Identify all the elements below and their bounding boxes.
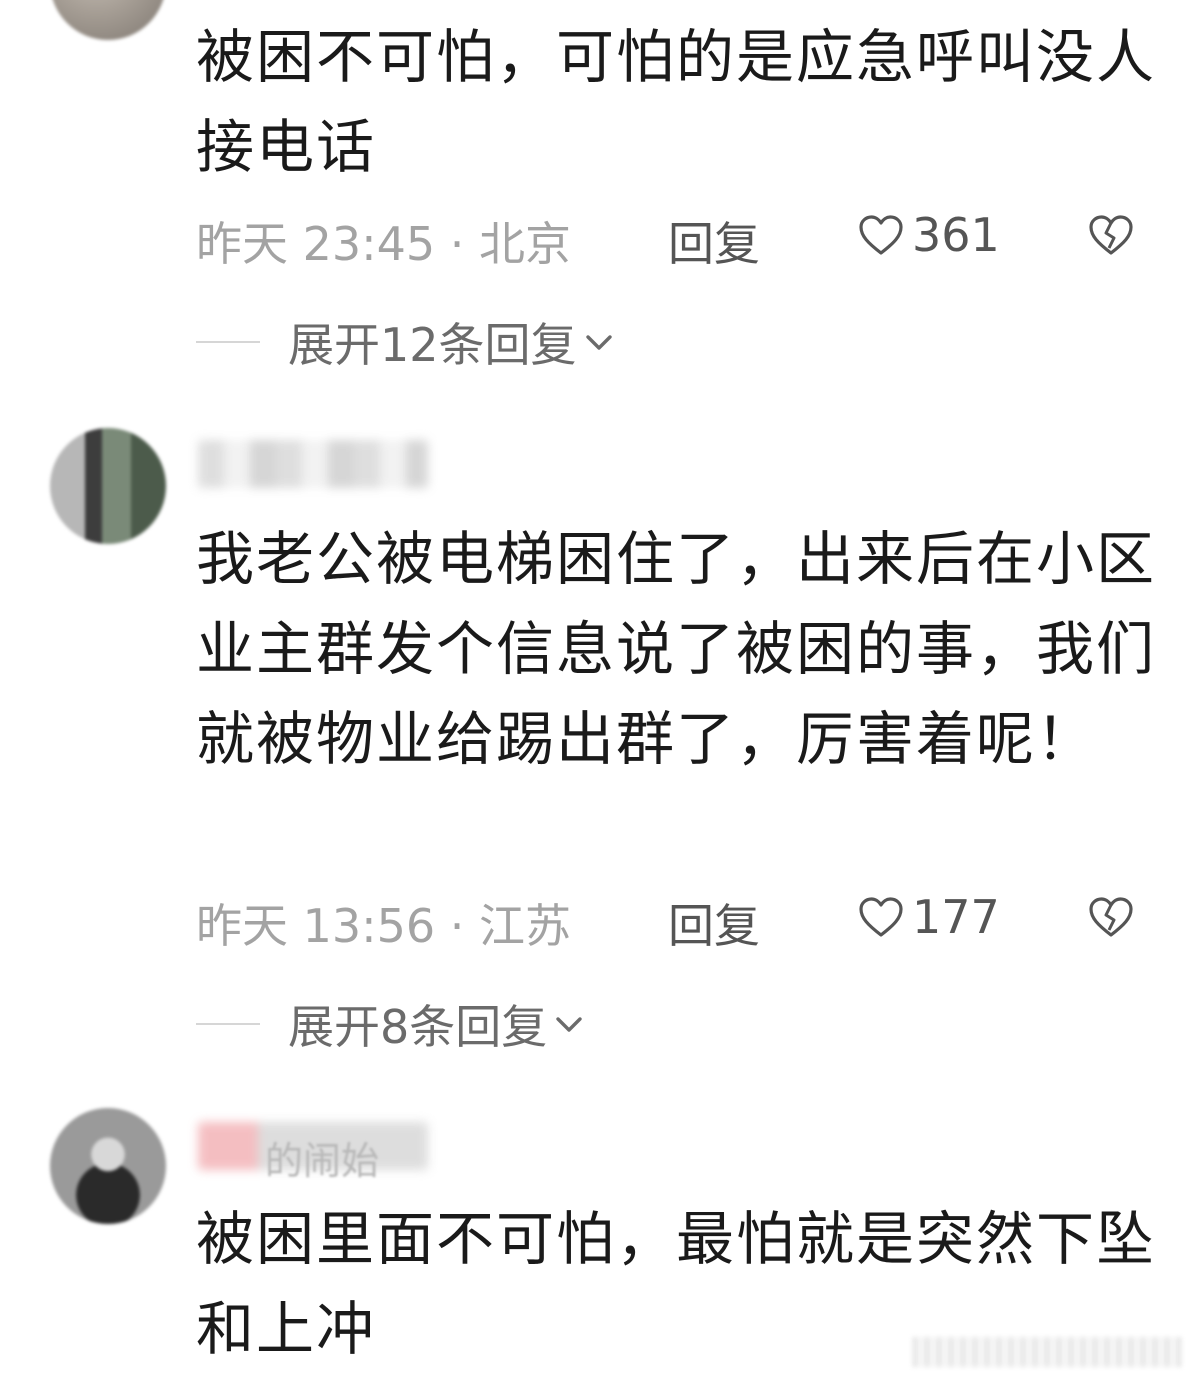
- expand-replies-button[interactable]: 展开12条回复: [196, 312, 615, 372]
- divider: [196, 1023, 260, 1025]
- like-button[interactable]: 361: [858, 208, 1000, 262]
- reply-button[interactable]: 回复: [668, 890, 760, 956]
- avatar[interactable]: [50, 1108, 166, 1224]
- broken-heart-icon[interactable]: [1088, 896, 1134, 938]
- username-text: 的闹始: [265, 1139, 380, 1183]
- broken-heart-icon[interactable]: [1088, 214, 1134, 256]
- comment-time-location: 昨天 13:56 · 江苏: [196, 899, 572, 953]
- like-count: 361: [912, 208, 1000, 262]
- like-count: 177: [912, 890, 1000, 944]
- heart-outline-icon: [859, 897, 903, 937]
- comment-text: 我老公被电梯困住了，出来后在小区业主群发个信息说了被困的事，我们就被物业给踢出群…: [196, 525, 1157, 773]
- username[interactable]: [198, 440, 428, 488]
- comment-text: 被困不可怕，可怕的是应急呼叫没人接电话: [196, 23, 1157, 181]
- expand-replies-button[interactable]: 展开8条回复: [196, 994, 585, 1054]
- comment-meta: 昨天 23:45 · 北京 回复 361: [196, 208, 1146, 271]
- comment-meta: 昨天 13:56 · 江苏 回复 177: [196, 890, 1146, 953]
- chevron-down-icon: [585, 335, 612, 350]
- avatar[interactable]: [50, 428, 166, 544]
- chevron-down-icon: [556, 1017, 582, 1032]
- watermark: [912, 1337, 1182, 1367]
- expand-replies-label: 展开12条回复: [288, 318, 577, 372]
- avatar[interactable]: [50, 0, 166, 40]
- expand-replies-label: 展开8条回复: [288, 1000, 548, 1054]
- like-button[interactable]: 177: [858, 890, 1000, 944]
- reply-button[interactable]: 回复: [668, 208, 760, 274]
- heart-outline-icon: [859, 215, 903, 255]
- comment-time-location: 昨天 23:45 · 北京: [196, 217, 572, 271]
- divider: [196, 341, 260, 343]
